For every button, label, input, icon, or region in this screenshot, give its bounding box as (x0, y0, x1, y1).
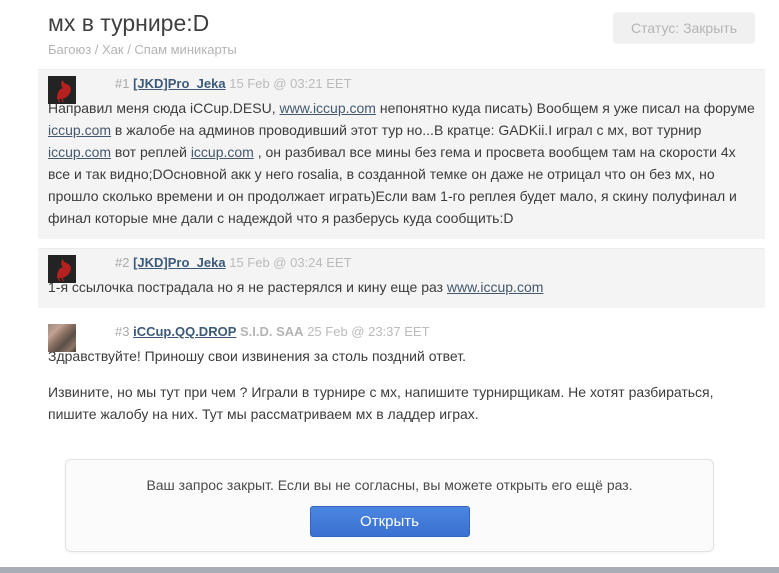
post-number: #1 (115, 76, 130, 91)
request-closed-box: Ваш запрос закрыт. Если вы не согласны, … (65, 459, 714, 552)
avatar-liverbird-icon (48, 255, 76, 283)
body-text: 1-я ссылочка пострадала но я не растерял… (48, 279, 447, 295)
ticket-header: мх в турнире:D Багоюз / Хак / Спам миник… (0, 0, 779, 57)
inline-link[interactable]: iccup.com (191, 144, 254, 160)
post-date: 15 Feb @ 03:24 EET (229, 255, 352, 270)
status-close-button[interactable]: Статус: Закрыть (613, 12, 755, 44)
post-number: #3 (115, 324, 130, 339)
post-date: 25 Feb @ 23:37 EET (307, 324, 430, 339)
author-role-badge: S.I.D. SAA (240, 324, 304, 339)
inline-link[interactable]: www.iccup.com (447, 279, 543, 295)
breadcrumb: Багоюз / Хак / Спам миникарты (48, 42, 237, 57)
body-text: непонятно куда писать) Вообщем я уже пис… (375, 100, 755, 116)
author-link[interactable]: [JKD]Pro_Jeka (133, 255, 226, 270)
avatar-user-photo (48, 324, 76, 352)
post-number: #2 (115, 255, 130, 270)
post-date: 15 Feb @ 03:21 EET (229, 76, 352, 91)
post-3: #3 iCCup.QQ.DROP S.I.D. SAA 25 Feb @ 23:… (38, 318, 765, 435)
post-header: #1 [JKD]Pro_Jeka 15 Feb @ 03:21 EET (115, 75, 755, 93)
body-text: Направил меня сюда iCCup.DESU, (48, 100, 280, 116)
post-list: #1 [JKD]Pro_Jeka 15 Feb @ 03:21 EET Напр… (0, 69, 779, 435)
bottom-edge-bar (0, 567, 779, 573)
post-header: #3 iCCup.QQ.DROP S.I.D. SAA 25 Feb @ 23:… (115, 323, 755, 341)
post-body: Здравствуйте! Приношу свои извинения за … (48, 345, 755, 425)
author-link[interactable]: [JKD]Pro_Jeka (133, 76, 226, 91)
author-link[interactable]: iCCup.QQ.DROP (133, 324, 236, 339)
post-header: #2 [JKD]Pro_Jeka 15 Feb @ 03:24 EET (115, 254, 755, 272)
closed-message: Ваш запрос закрыт. Если вы не согласны, … (146, 477, 633, 493)
inline-link[interactable]: iccup.com (48, 122, 111, 138)
body-text: в жалобе на админов проводивший этот тур… (111, 122, 702, 138)
inline-link[interactable]: iccup.com (48, 144, 111, 160)
post-1: #1 [JKD]Pro_Jeka 15 Feb @ 03:21 EET Напр… (38, 69, 765, 239)
avatar-liverbird-icon (48, 76, 76, 104)
post-body: 1-я ссылочка пострадала но я не растерял… (48, 276, 755, 298)
body-text: вот реплей (111, 144, 191, 160)
post-body: Направил меня сюда iCCup.DESU, www.iccup… (48, 97, 755, 229)
body-text: Извините, но мы тут при чем ? Играли в т… (48, 384, 714, 422)
inline-link[interactable]: www.iccup.com (280, 100, 376, 116)
post-2: #2 [JKD]Pro_Jeka 15 Feb @ 03:24 EET 1-я … (38, 248, 765, 308)
body-text: Здравствуйте! Приношу свои извинения за … (48, 348, 466, 364)
reopen-button[interactable]: Открыть (309, 506, 470, 537)
